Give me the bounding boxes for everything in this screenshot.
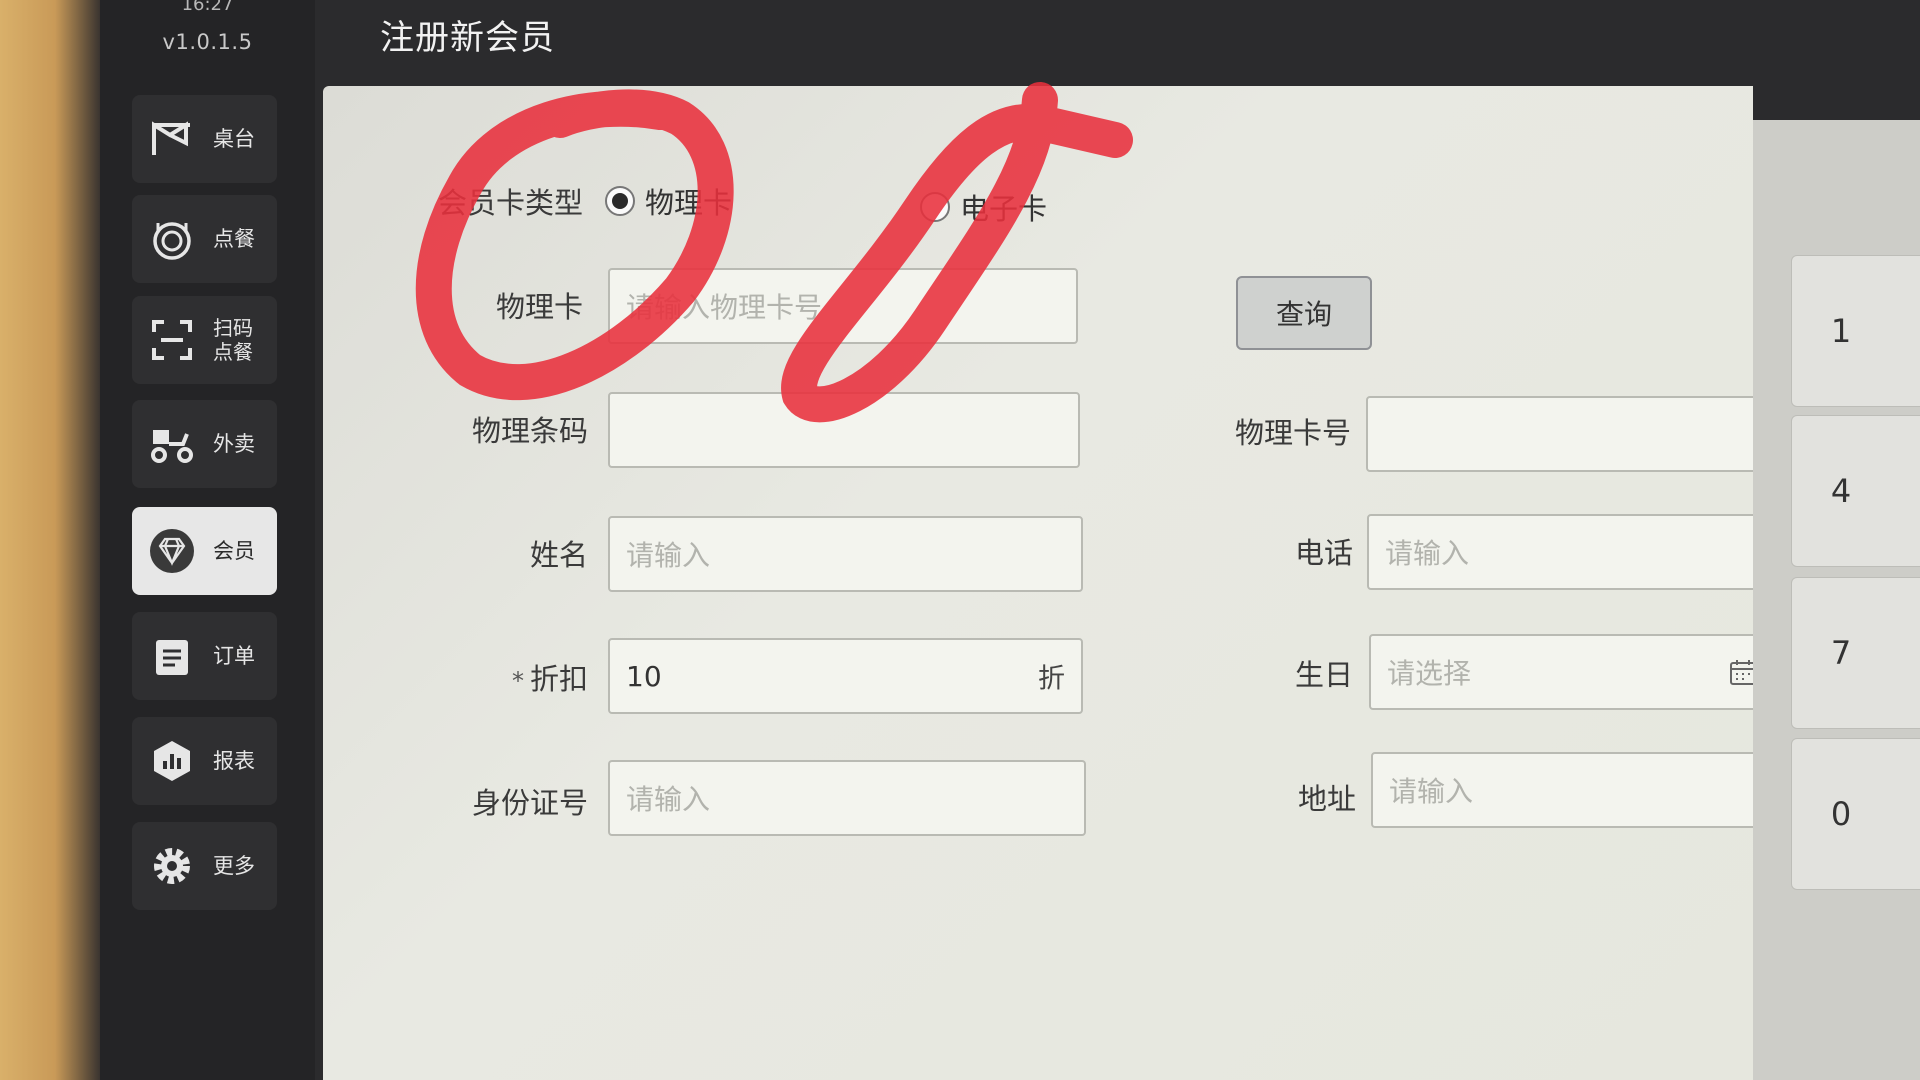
chart-shield-icon <box>149 738 195 784</box>
clock: 16:27 <box>181 0 234 15</box>
physical-barcode-label: 物理条码 <box>471 414 588 448</box>
numeric-keypad: 1 4 7 0 <box>1753 120 1920 1080</box>
sidebar-item-scan-order[interactable]: 扫码 点餐 <box>132 296 277 384</box>
phone-label: 电话 <box>1294 536 1353 570</box>
sidebar-item-label: 更多 <box>213 854 255 878</box>
sidebar-item-delivery[interactable]: 外卖 <box>132 400 277 488</box>
scan-icon <box>149 317 195 363</box>
radio-selected-dot <box>612 193 628 209</box>
table-flag-icon <box>149 116 195 162</box>
sidebar-item-label: 点餐 <box>213 227 255 251</box>
sidebar-item-orders[interactable]: 订单 <box>132 612 277 700</box>
radio-label: 电子卡 <box>960 192 1048 226</box>
radio-physical-card[interactable]: 物理卡 <box>605 180 732 222</box>
discount-input[interactable]: 10 折 <box>608 638 1083 714</box>
keypad-key-4[interactable]: 4 <box>1791 415 1920 567</box>
app-window: 16:27 v1.0.1.5 桌台 点餐 扫码 点餐 外卖 会员 订单 报表 更… <box>100 0 1920 1080</box>
sidebar: 16:27 v1.0.1.5 桌台 点餐 扫码 点餐 外卖 会员 订单 报表 更… <box>100 0 315 1080</box>
radio-electronic-card[interactable]: 电子卡 <box>920 186 1047 228</box>
radio-button[interactable] <box>920 192 950 222</box>
query-button[interactable]: 查询 <box>1236 276 1372 350</box>
id-number-input[interactable]: 请输入 <box>608 760 1086 836</box>
sidebar-item-members[interactable]: 会员 <box>132 507 277 595</box>
sidebar-item-label: 扫码 点餐 <box>213 316 253 364</box>
sidebar-item-order-food[interactable]: 点餐 <box>132 195 277 283</box>
discount-value: 10 <box>626 659 662 693</box>
physical-card-no-label: 物理卡号 <box>1234 416 1351 450</box>
physical-barcode-input[interactable] <box>608 392 1080 468</box>
birthday-picker[interactable]: 请选择 <box>1369 634 1774 710</box>
birthday-placeholder: 请选择 <box>1387 657 1472 690</box>
sidebar-item-label: 外卖 <box>213 432 255 456</box>
keypad-key-7[interactable]: 7 <box>1791 577 1920 729</box>
page-title: 注册新会员 <box>380 18 555 58</box>
dish-icon <box>149 216 195 262</box>
diamond-icon <box>149 528 195 574</box>
sidebar-item-reports[interactable]: 报表 <box>132 717 277 805</box>
keypad-key-0[interactable]: 0 <box>1791 738 1920 890</box>
physical-card-label: 物理卡 <box>495 290 583 324</box>
phone-input[interactable]: 请输入 <box>1367 514 1772 590</box>
physical-card-input[interactable]: 请输入物理卡号 <box>608 268 1078 344</box>
clipboard-icon <box>149 633 195 679</box>
keypad-key-1[interactable]: 1 <box>1791 255 1920 407</box>
address-input[interactable]: 请输入 <box>1371 752 1776 828</box>
card-type-label: 会员卡类型 <box>437 186 583 220</box>
member-register-form: 会员卡类型 物理卡 电子卡 物理卡 请输入物理卡号 查询 物理条码 物理卡号 姓… <box>323 86 1776 1080</box>
discount-label-text: 折扣 <box>529 662 588 696</box>
birthday-label: 生日 <box>1294 658 1353 692</box>
radio-label: 物理卡 <box>645 186 733 220</box>
delivery-scooter-icon <box>149 421 195 467</box>
name-input[interactable]: 请输入 <box>608 516 1083 592</box>
discount-suffix: 折 <box>1038 663 1065 695</box>
id-number-label: 身份证号 <box>471 786 588 820</box>
address-label: 地址 <box>1297 782 1356 816</box>
sidebar-item-label: 报表 <box>213 749 255 773</box>
app-version: v1.0.1.5 <box>162 30 253 54</box>
radio-button[interactable] <box>605 186 635 216</box>
sidebar-item-label: 桌台 <box>213 127 255 151</box>
screen-bezel <box>0 0 100 1080</box>
gear-icon <box>149 843 195 889</box>
name-label: 姓名 <box>529 538 588 572</box>
discount-label: * 折扣 <box>383 656 588 698</box>
sidebar-item-more[interactable]: 更多 <box>132 822 277 910</box>
required-mark: * <box>511 667 524 695</box>
physical-card-no-input[interactable] <box>1366 396 1768 472</box>
sidebar-item-label: 会员 <box>213 539 255 563</box>
sidebar-item-tables[interactable]: 桌台 <box>132 95 277 183</box>
sidebar-item-label: 订单 <box>213 644 255 668</box>
